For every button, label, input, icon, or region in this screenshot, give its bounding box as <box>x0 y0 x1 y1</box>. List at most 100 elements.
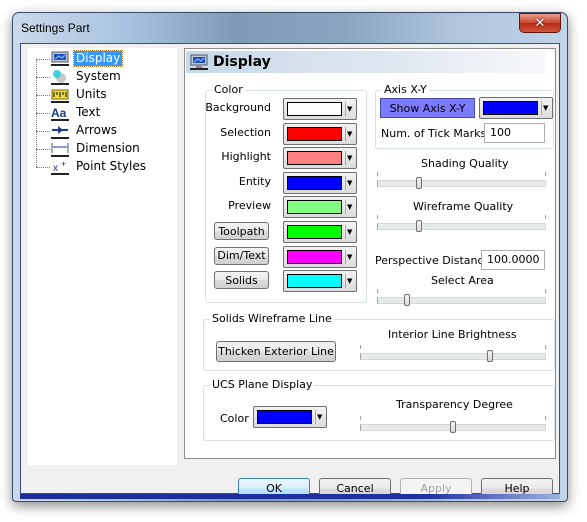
combo-separator <box>345 126 346 141</box>
slider-track[interactable] <box>377 297 546 304</box>
shading-quality-slider[interactable] <box>377 172 546 192</box>
tree-item-label: Dimension <box>76 141 140 155</box>
close-icon: ✕ <box>534 15 546 31</box>
perspective-distance-input[interactable]: 100.0000 <box>481 250 545 270</box>
combo-separator <box>345 274 346 289</box>
highlight-color-combo[interactable]: ▼ <box>283 147 357 170</box>
tree-item-point-styles[interactable]: x + Point Styles <box>27 158 177 176</box>
shading-quality-label: Shading Quality <box>421 157 509 170</box>
solids-wireframe-group-label: Solids Wireframe Line <box>210 312 334 326</box>
combo-separator <box>345 249 346 264</box>
tree-item-label: Arrows <box>76 123 118 137</box>
slider-thumb[interactable] <box>450 421 456 433</box>
slider-tick <box>377 172 378 176</box>
transparency-degree-label: Transparency Degree <box>396 398 513 411</box>
color-swatch <box>287 249 342 264</box>
ucs-color-combo[interactable]: ▼ <box>253 406 327 428</box>
slider-track[interactable] <box>360 353 546 360</box>
tree-item-units[interactable]: Units <box>27 86 177 104</box>
perspective-distance-label: Perspective Distance: <box>375 254 495 267</box>
tree-connector <box>36 167 50 168</box>
tree-item-dimension[interactable]: Dimension <box>27 140 177 158</box>
interior-line-brightness-slider[interactable] <box>360 345 546 365</box>
combo-separator <box>345 102 346 116</box>
background-color-combo[interactable]: ▼ <box>283 98 357 120</box>
settings-dialog: Settings Part ✕ Display System Units Aa Text… <box>12 12 568 502</box>
tree-item-arrows[interactable]: Arrows <box>27 122 177 140</box>
solids-wireframe-group: Solids Wireframe Line Thicken Exterior L… <box>203 312 555 371</box>
slider-thumb[interactable] <box>416 177 423 189</box>
slider-tick <box>545 172 546 176</box>
tree-item-label: System <box>76 69 121 83</box>
dimension-icon <box>50 141 70 157</box>
axis-xy-group: Axis X-Y Show Axis X-Y ▼ Num. of Tick Ma… <box>375 83 554 149</box>
chevron-down-icon: ▼ <box>347 252 353 261</box>
system-icon <box>50 69 70 85</box>
show-axis-xy-button[interactable]: Show Axis X-Y <box>380 98 475 118</box>
slider-thumb[interactable] <box>404 294 411 306</box>
tree-item-system[interactable]: System <box>27 68 177 86</box>
wireframe-quality-slider[interactable] <box>377 215 546 235</box>
wireframe-quality-label: Wireframe Quality <box>413 200 514 213</box>
chevron-down-icon: ▼ <box>347 105 353 113</box>
color-group-label: Color <box>212 83 245 97</box>
preview-color-combo[interactable]: ▼ <box>283 196 357 219</box>
thicken-exterior-line-button[interactable]: Thicken Exterior Line <box>216 341 336 362</box>
tree-connector <box>36 95 50 96</box>
dim-text-button[interactable]: Dim/Text <box>214 246 269 265</box>
combo-separator <box>345 175 346 190</box>
slider-thumb[interactable] <box>487 350 494 362</box>
point-styles-icon: x + <box>50 159 70 175</box>
ucs-color-label: Color <box>220 412 249 425</box>
window-bottom-frame <box>20 494 560 499</box>
tick-marks-input[interactable]: 100 <box>484 123 545 143</box>
slider-tick <box>360 345 361 349</box>
tree-connector <box>36 149 50 150</box>
chevron-down-icon: ▼ <box>347 203 353 212</box>
ruler-icon <box>50 87 70 103</box>
tree-item-text[interactable]: Aa Text <box>27 104 177 122</box>
display-panel: Display Color Background ▼ Selection ▼ Highl… <box>184 48 556 459</box>
color-swatch <box>287 225 342 239</box>
slider-track[interactable] <box>377 180 546 187</box>
select-area-slider[interactable] <box>377 289 546 309</box>
combo-separator <box>345 225 346 239</box>
selection-color-combo[interactable]: ▼ <box>283 122 357 145</box>
close-button[interactable]: ✕ <box>519 13 561 33</box>
tree-item-display[interactable]: Display <box>27 50 177 68</box>
dialog-client-area: Display System Units Aa Text Arrows Dimension x… <box>20 43 560 499</box>
slider-thumb[interactable] <box>416 220 423 232</box>
monitor-icon <box>190 54 208 70</box>
color-swatch <box>287 274 342 289</box>
category-tree[interactable]: Display System Units Aa Text Arrows Dimension x… <box>27 48 177 465</box>
combo-separator <box>541 101 542 115</box>
toolpath-color-combo[interactable]: ▼ <box>283 221 357 243</box>
solids-color-combo[interactable]: ▼ <box>283 270 357 293</box>
axis-xy-group-label: Axis X-Y <box>382 83 429 97</box>
selection-label: Selection <box>220 125 271 139</box>
slider-tick <box>545 215 546 219</box>
entity-color-combo[interactable]: ▼ <box>283 171 357 194</box>
slider-tick <box>377 289 378 293</box>
tree-connector <box>36 77 50 78</box>
svg-text:Aa: Aa <box>51 106 67 120</box>
dim-text-color-combo[interactable]: ▼ <box>283 245 357 268</box>
chevron-down-icon: ▼ <box>347 129 353 138</box>
axis-color-swatch <box>483 101 538 115</box>
text-aa-icon: Aa <box>50 105 70 121</box>
combo-separator <box>315 410 316 424</box>
tree-item-label: Units <box>76 87 107 101</box>
select-area-label: Select Area <box>431 274 494 287</box>
transparency-degree-slider[interactable] <box>360 416 546 436</box>
highlight-label: Highlight <box>221 150 271 164</box>
chevron-down-icon: ▼ <box>347 228 353 236</box>
solids-button[interactable]: Solids <box>214 271 269 290</box>
slider-track[interactable] <box>377 223 546 230</box>
color-swatch <box>287 175 342 190</box>
axis-color-combo[interactable]: ▼ <box>479 97 553 119</box>
toolpath-button[interactable]: Toolpath <box>214 222 269 240</box>
tree-item-label: Display <box>72 50 124 67</box>
color-swatch <box>287 102 342 116</box>
background-label: Background <box>205 101 271 114</box>
tree-connector <box>36 113 50 114</box>
